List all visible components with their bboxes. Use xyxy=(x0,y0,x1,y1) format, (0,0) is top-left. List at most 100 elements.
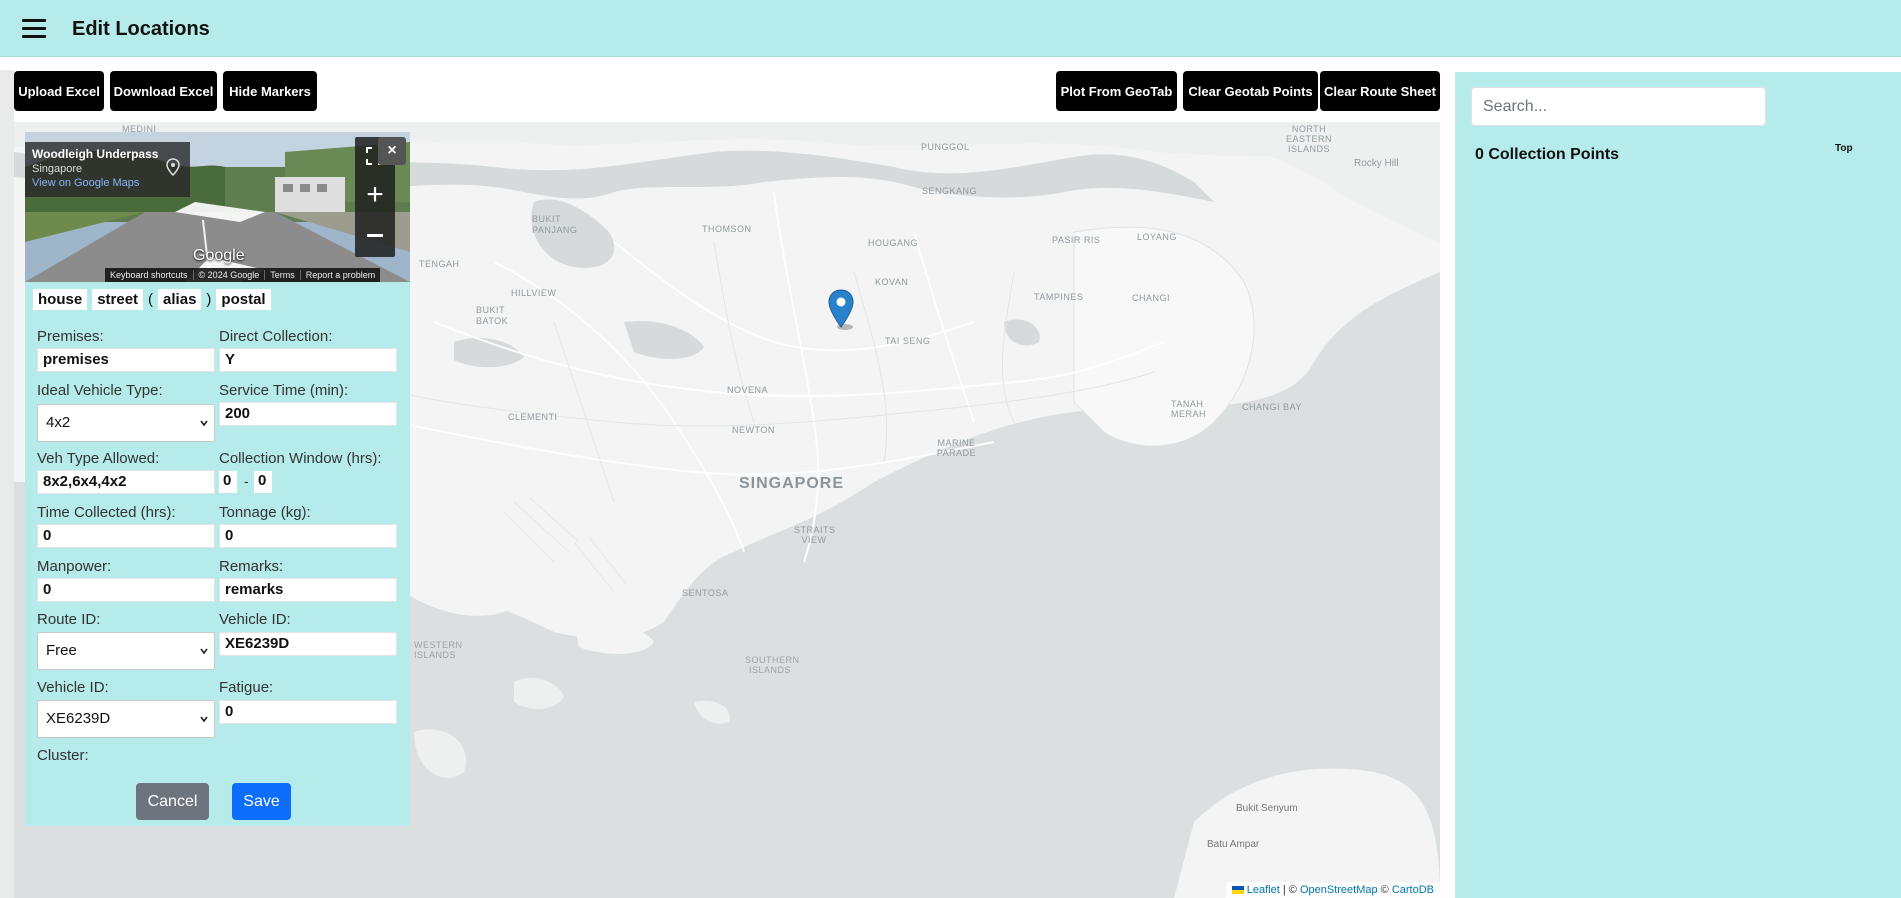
openstreetmap-link[interactable]: OpenStreetMap xyxy=(1300,884,1378,896)
page-title: Edit Locations xyxy=(72,18,210,40)
map-label-bukit-batok: BUKIT BATOK xyxy=(476,305,509,326)
cancel-button[interactable]: Cancel xyxy=(136,783,209,820)
vehicle-id-label: Vehicle ID: xyxy=(219,611,291,628)
map-label-north-eastern-islands: NORTH EASTERN ISLANDS xyxy=(1285,124,1332,154)
map-pin-icon[interactable] xyxy=(163,157,183,177)
collection-window-end-field[interactable]: 0 xyxy=(254,471,272,493)
upload-excel-button[interactable]: Upload Excel xyxy=(14,71,104,111)
service-time-label: Service Time (min): xyxy=(219,382,349,399)
map-label-tai-seng: TAI SENG xyxy=(885,336,931,346)
map-label-hillview: HILLVIEW xyxy=(511,288,557,298)
cluster-label: Cluster: xyxy=(37,747,89,764)
route-id-label: Route ID: xyxy=(37,611,101,628)
map-label-thomson: THOMSON xyxy=(702,224,752,234)
collection-window-separator: - xyxy=(244,473,249,489)
map-label-sengkang: SENGKANG xyxy=(922,186,978,196)
map-label-western-islands: WESTERN ISLANDS xyxy=(414,640,463,660)
collection-points-count: 0 Collection Points xyxy=(1475,146,1620,163)
fatigue-label: Fatigue: xyxy=(219,679,274,696)
alias-field[interactable]: alias xyxy=(158,289,202,310)
attribution-separator-1: | © xyxy=(1279,884,1300,896)
route-id-select[interactable]: Free xyxy=(37,632,215,670)
veh-type-allowed-label: Veh Type Allowed: xyxy=(37,450,160,467)
plot-from-geotab-button[interactable]: Plot From GeoTab xyxy=(1056,71,1177,111)
report-problem-link[interactable]: Report a problem xyxy=(301,270,381,280)
postal-field[interactable]: postal xyxy=(216,289,271,310)
map-label-hougang: HOUGANG xyxy=(868,238,919,248)
manpower-field[interactable]: 0 xyxy=(37,578,215,602)
map-label-clementi: CLEMENTI xyxy=(508,412,558,422)
close-icon[interactable]: × xyxy=(378,137,406,165)
map-label-bukit-panjang: BUKIT PANJANG xyxy=(532,214,578,235)
map-label-changi: CHANGI xyxy=(1132,293,1171,303)
map-label-punggol: PUNGGOL xyxy=(921,142,970,152)
map-label-newton: NEWTON xyxy=(732,425,775,435)
map-label-southern-islands: SOUTHERN ISLANDS xyxy=(745,655,800,675)
map-label-pasir-ris: PASIR RIS xyxy=(1052,235,1101,245)
ukraine-flag-icon xyxy=(1231,886,1244,895)
vehicle-id-select[interactable]: XE6239D xyxy=(37,700,215,738)
street-view-title: Woodleigh Underpass xyxy=(32,147,159,161)
fatigue-field[interactable]: 0 xyxy=(219,700,397,724)
chevron-down-icon xyxy=(200,420,208,427)
vehicle-id-select-label: Vehicle ID: xyxy=(37,679,109,696)
copyright-text: © 2024 Google xyxy=(194,270,266,280)
chevron-down-icon xyxy=(200,648,208,655)
remarks-label: Remarks: xyxy=(219,558,284,575)
keyboard-shortcuts-link[interactable]: Keyboard shortcuts xyxy=(105,270,194,280)
open-paren: ( xyxy=(148,291,154,308)
premises-label: Premises: xyxy=(37,328,104,345)
map-label-marine-parade: MARINE PARADE xyxy=(936,438,977,458)
zoom-out-icon[interactable] xyxy=(355,219,395,249)
map-label-kovan: KOVAN xyxy=(875,277,909,287)
ideal-vehicle-type-value: 4x2 xyxy=(46,414,71,431)
location-marker-icon[interactable] xyxy=(828,289,854,330)
leaflet-link[interactable]: Leaflet xyxy=(1247,884,1280,896)
close-paren: ) xyxy=(206,291,212,308)
time-collected-field[interactable]: 0 xyxy=(37,524,215,548)
remarks-field[interactable]: remarks xyxy=(219,578,397,602)
direct-collection-label: Direct Collection: xyxy=(219,328,333,345)
street-view-panel[interactable]: Woodleigh Underpass Singapore View on Go… xyxy=(25,132,410,282)
route-id-value: Free xyxy=(46,642,77,659)
vehicle-id-field[interactable]: XE6239D xyxy=(219,632,397,656)
collection-window-start-field[interactable]: 0 xyxy=(219,471,237,493)
download-excel-button[interactable]: Download Excel xyxy=(110,71,217,111)
zoom-in-icon[interactable]: + xyxy=(355,180,395,211)
cartodb-link[interactable]: CartoDB xyxy=(1392,884,1434,896)
tonnage-field[interactable]: 0 xyxy=(219,524,397,548)
chevron-down-icon xyxy=(200,716,208,723)
house-field[interactable]: house xyxy=(33,289,88,310)
veh-type-allowed-field[interactable]: 8x2,6x4,4x2 xyxy=(37,470,215,494)
map-label-straits-view: STRAITS VIEW xyxy=(794,525,836,545)
service-time-field[interactable]: 200 xyxy=(219,402,397,426)
search-input[interactable]: Search... xyxy=(1471,87,1766,126)
hamburger-menu-icon[interactable] xyxy=(22,19,46,39)
map-label-sentosa: SENTOSA xyxy=(682,588,729,598)
street-view-subtitle: Singapore xyxy=(32,163,83,175)
hide-markers-button[interactable]: Hide Markers xyxy=(223,71,317,111)
ideal-vehicle-type-label: Ideal Vehicle Type: xyxy=(37,382,163,399)
ideal-vehicle-type-select[interactable]: 4x2 xyxy=(37,404,215,442)
map-label-tengah: TENGAH xyxy=(419,259,460,269)
map-label-singapore: SINGAPORE xyxy=(739,475,845,492)
view-on-google-maps-link[interactable]: View on Google Maps xyxy=(32,177,183,189)
map-attribution: Leaflet | © OpenStreetMap © CartoDB xyxy=(1225,882,1440,898)
clear-route-sheet-button[interactable]: Clear Route Sheet xyxy=(1320,71,1440,111)
google-logo: Google xyxy=(193,247,245,264)
map-label-tanah-merah: TANAH MERAH xyxy=(1171,399,1207,419)
left-scroll-strip xyxy=(0,70,14,898)
save-button[interactable]: Save xyxy=(232,783,291,820)
map-label-batu-ampar: Batu Ampar xyxy=(1207,839,1260,850)
collection-points-panel: Search... 0 Collection Points Top xyxy=(1455,72,1901,898)
vehicle-id-select-value: XE6239D xyxy=(46,710,111,727)
direct-collection-field[interactable]: Y xyxy=(219,348,397,372)
clear-geotab-points-button[interactable]: Clear Geotab Points xyxy=(1183,71,1318,111)
premises-field[interactable]: premises xyxy=(37,348,215,372)
street-field[interactable]: street xyxy=(92,289,144,310)
top-link[interactable]: Top xyxy=(1835,143,1853,154)
map-label-tampines: TAMPINES xyxy=(1034,292,1084,302)
map-label-rocky-hill: Rocky Hill xyxy=(1354,158,1399,169)
terms-link[interactable]: Terms xyxy=(265,270,301,280)
collection-window-label: Collection Window (hrs): xyxy=(219,450,382,467)
